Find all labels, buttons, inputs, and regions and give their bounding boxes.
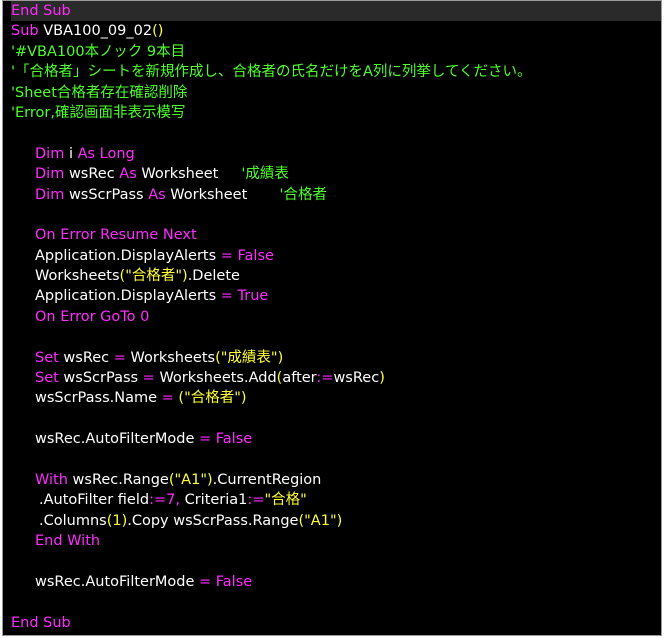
keyword-token: Dim xyxy=(35,166,69,183)
code-token: Application.DisplayAlerts xyxy=(35,288,221,305)
code-token: wsRec.AutoFilterMode xyxy=(35,573,200,590)
keyword-token: := xyxy=(316,370,334,387)
code-token: .Delete xyxy=(187,268,240,285)
code-token: wsRec xyxy=(68,166,120,183)
code-line[interactable]: End With xyxy=(11,531,661,551)
code-line[interactable]: On Error Resume Next xyxy=(11,225,661,245)
string-token: ("A1") xyxy=(168,471,213,488)
keyword-token: = False xyxy=(220,247,274,264)
keyword-token: = False xyxy=(199,573,253,590)
code-token: wsRec xyxy=(333,370,380,387)
string-token: () xyxy=(152,23,164,40)
keyword-token: As Long xyxy=(77,145,135,162)
keyword-token: End Sub xyxy=(11,3,71,19)
comment-token: 'Error,確認画面非表示模写 xyxy=(11,104,186,121)
keyword-token: :=7, xyxy=(149,492,185,509)
code-token: Application.DisplayAlerts xyxy=(35,247,221,264)
code-editor[interactable]: End Sub Sub VBA100_09_02() '#VBA100本ノック 9本… xyxy=(2,0,662,636)
code-token: .Columns xyxy=(39,512,107,529)
code-token: .AutoFilter field xyxy=(39,492,150,509)
code-token: wsScrPass xyxy=(68,186,149,203)
code-token: after xyxy=(282,370,317,387)
string-token: "合格" xyxy=(264,492,307,509)
code-line[interactable]: End Sub xyxy=(11,1,661,22)
code-line[interactable]: On Error GoTo 0 xyxy=(11,307,661,327)
code-line[interactable]: '#VBA100本ノック 9本目 xyxy=(11,42,661,62)
code-token: i xyxy=(68,145,78,162)
keyword-token: Set xyxy=(35,349,64,366)
keyword-token: End Sub xyxy=(11,614,71,631)
keyword-token: Dim xyxy=(35,145,69,162)
code-line[interactable] xyxy=(11,205,661,225)
keyword-token: = xyxy=(113,349,131,366)
keyword-token: On Error Resume Next xyxy=(35,227,197,244)
code-line[interactable]: wsScrPass.Name = ("合格者") xyxy=(11,388,661,408)
code-token: wsRec xyxy=(63,349,114,366)
keyword-token: = xyxy=(161,390,179,407)
code-line[interactable] xyxy=(11,552,661,572)
code-line[interactable]: .AutoFilter field:=7, Criteria1:="合格" xyxy=(11,490,661,510)
code-line[interactable]: Set wsRec = Worksheets("成績表") xyxy=(11,348,661,368)
code-line[interactable]: Application.DisplayAlerts = True xyxy=(11,286,661,306)
code-line[interactable]: Dim wsScrPass As Worksheet '合格者 xyxy=(11,185,661,205)
code-token: wsScrPass.Name xyxy=(35,390,162,407)
string-token: ("合格者") xyxy=(119,268,188,285)
code-line[interactable]: wsRec.AutoFilterMode = False xyxy=(11,429,661,449)
comment-token: '成績表 xyxy=(241,166,289,183)
code-line[interactable]: Dim i As Long xyxy=(11,144,661,164)
code-line[interactable] xyxy=(11,327,661,347)
code-token: VBA100_09_02 xyxy=(43,23,153,40)
code-token: Worksheets xyxy=(35,268,120,285)
code-token: Worksheet xyxy=(170,186,280,203)
code-line[interactable]: Sub VBA100_09_02() xyxy=(11,21,661,41)
code-line[interactable] xyxy=(11,123,661,143)
code-line[interactable]: Set wsScrPass = Worksheets.Add(after:=ws… xyxy=(11,368,661,388)
code-line[interactable]: With wsRec.Range("A1").CurrentRegion xyxy=(11,470,661,490)
code-line[interactable] xyxy=(11,592,661,612)
keyword-token: Set xyxy=(35,370,64,387)
keyword-token: := xyxy=(247,492,265,509)
code-line[interactable] xyxy=(11,450,661,470)
keyword-token: Sub xyxy=(11,23,44,40)
code-line[interactable]: Application.DisplayAlerts = False xyxy=(11,246,661,266)
comment-token: '合格者 xyxy=(279,186,328,203)
code-line[interactable]: .Columns(1).Copy wsScrPass.Range("A1") xyxy=(11,511,661,531)
code-token: .Copy wsScrPass.Range xyxy=(127,512,299,529)
keyword-token: As xyxy=(148,186,171,203)
code-token: wsRec.AutoFilterMode xyxy=(35,431,200,448)
code-token: wsScrPass xyxy=(63,370,143,387)
code-line[interactable]: 'Sheet合格者存在確認削除 xyxy=(11,83,661,103)
keyword-token: = xyxy=(142,370,160,387)
code-token: Worksheets.Add xyxy=(159,370,277,387)
code-line[interactable]: 'Error,確認画面非表示模写 xyxy=(11,103,661,123)
string-token: (1) xyxy=(106,512,128,529)
keyword-token: On Error GoTo 0 xyxy=(35,308,150,325)
code-token: Worksheet xyxy=(141,166,242,183)
code-line[interactable]: Dim wsRec As Worksheet '成績表 xyxy=(11,164,661,184)
keyword-token: = False xyxy=(199,431,253,448)
comment-token: '「合格者」シートを新規作成し、合格者の氏名だけをA列に列挙してください。 xyxy=(11,64,532,81)
code-token: .CurrentRegion xyxy=(212,471,322,488)
code-line[interactable]: wsRec.AutoFilterMode = False xyxy=(11,572,661,592)
comment-token: 'Sheet合格者存在確認削除 xyxy=(11,84,188,101)
code-line[interactable]: Worksheets("合格者").Delete xyxy=(11,266,661,286)
keyword-token: As xyxy=(119,166,142,183)
string-token: ("成績表") xyxy=(215,349,284,366)
code-lines[interactable]: End Sub Sub VBA100_09_02() '#VBA100本ノック 9本… xyxy=(3,1,661,633)
code-token: Worksheets xyxy=(130,349,216,366)
string-token: ) xyxy=(379,370,385,387)
string-token: ("A1") xyxy=(298,512,343,529)
keyword-token: With xyxy=(35,471,73,488)
string-token: ("合格者") xyxy=(178,390,247,407)
code-token: wsRec.Range xyxy=(72,471,169,488)
code-line[interactable]: End Sub xyxy=(11,613,661,633)
keyword-token: End With xyxy=(35,533,101,550)
code-line[interactable]: '「合格者」シートを新規作成し、合格者の氏名だけをA列に列挙してください。 xyxy=(11,62,661,82)
keyword-token: = True xyxy=(220,288,269,305)
keyword-token: Dim xyxy=(35,186,69,203)
code-token: Criteria1 xyxy=(184,492,248,509)
code-line[interactable] xyxy=(11,409,661,429)
comment-token: '#VBA100本ノック 9本目 xyxy=(11,43,186,60)
